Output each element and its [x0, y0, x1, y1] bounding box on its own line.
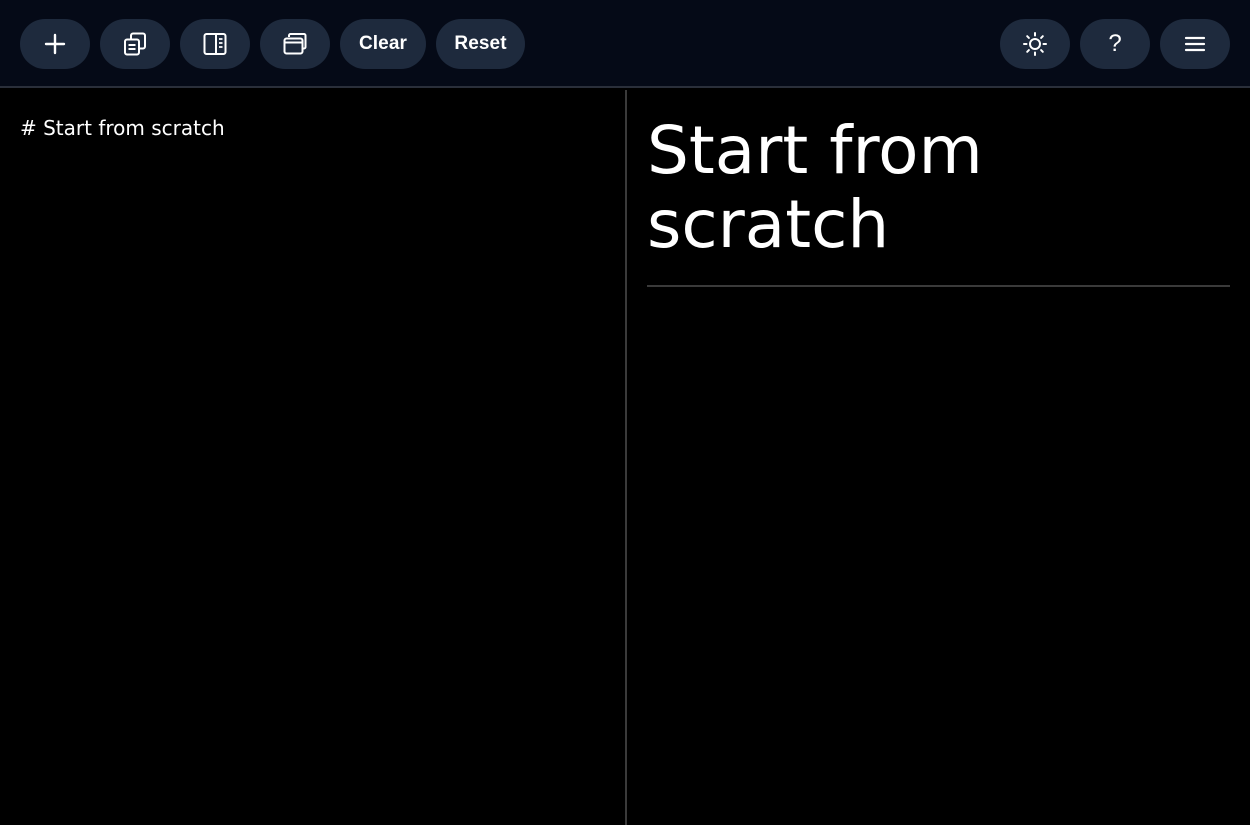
plus-icon	[44, 33, 66, 55]
markdown-editor[interactable]: # Start from scratch	[0, 90, 625, 825]
copy-document-icon	[122, 31, 148, 57]
reset-button-label: Reset	[454, 33, 507, 54]
preview-heading: Start from scratch	[647, 112, 983, 263]
copy-button[interactable]	[100, 19, 170, 69]
help-button[interactable]: ?	[1080, 19, 1150, 69]
help-icon: ?	[1108, 30, 1122, 57]
heading-underline	[647, 285, 1230, 287]
editor-content[interactable]: # Start from scratch	[20, 116, 225, 140]
windows-icon	[282, 31, 308, 57]
sun-icon	[1022, 31, 1048, 57]
clear-button-label: Clear	[358, 33, 408, 54]
clear-button[interactable]: Clear	[340, 19, 426, 69]
menu-button[interactable]	[1160, 19, 1230, 69]
new-window-button[interactable]	[260, 19, 330, 69]
toggle-split-view-button[interactable]	[180, 19, 250, 69]
reset-button[interactable]: Reset	[436, 19, 525, 69]
toolbar: Clear Reset ?	[0, 0, 1250, 88]
split-panel-icon	[202, 31, 228, 57]
hamburger-menu-icon	[1184, 33, 1206, 55]
markdown-preview: Start from scratch	[627, 90, 1250, 825]
theme-toggle-button[interactable]	[1000, 19, 1070, 69]
new-document-button[interactable]	[20, 19, 90, 69]
